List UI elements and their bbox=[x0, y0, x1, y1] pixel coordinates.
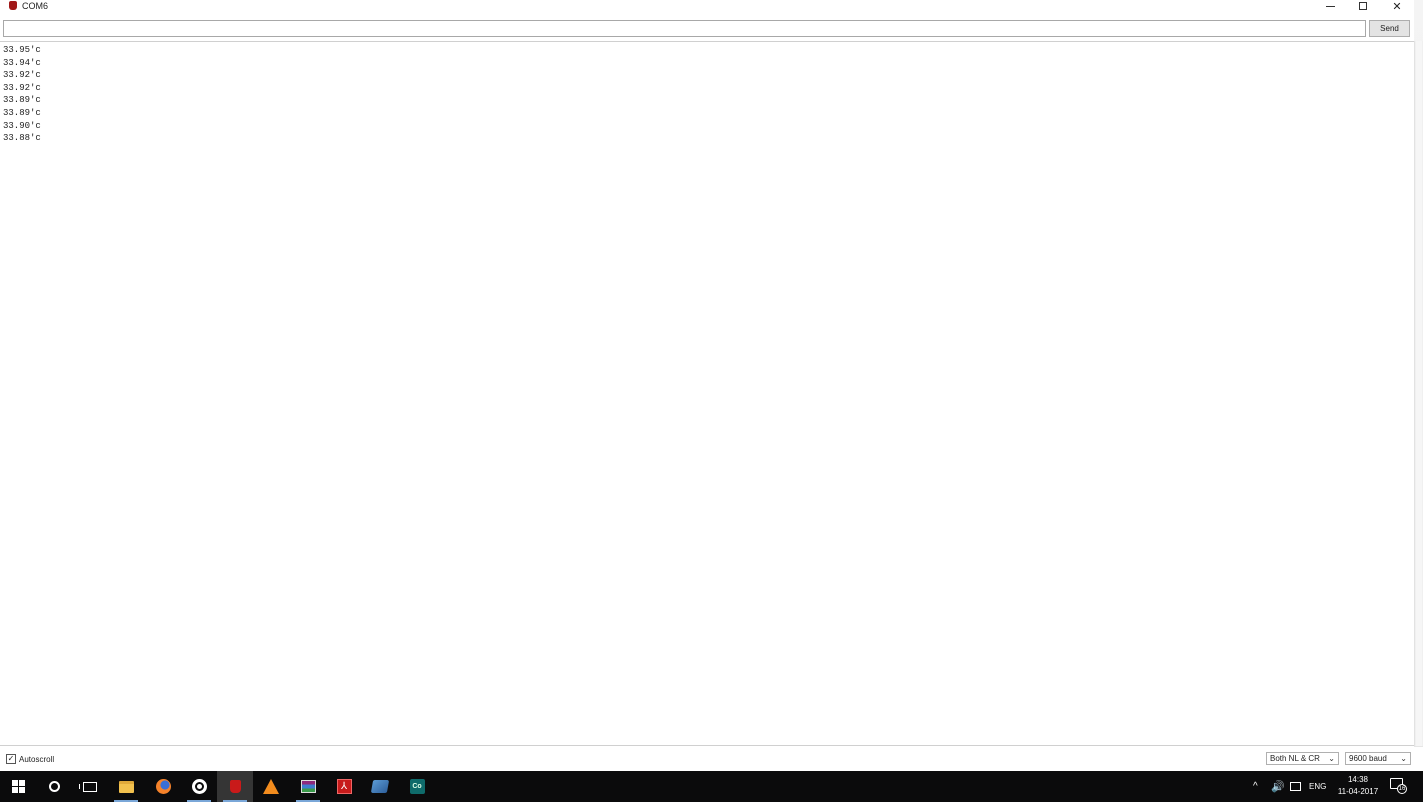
chrome-icon bbox=[191, 779, 207, 794]
acrobat-button[interactable]: ⅄ bbox=[326, 771, 362, 802]
output-line: 33.88'c bbox=[3, 133, 41, 144]
clock-time: 14:38 bbox=[1347, 775, 1369, 784]
vlc-button[interactable] bbox=[253, 771, 289, 802]
window-title: COM6 bbox=[22, 1, 49, 11]
search-button[interactable] bbox=[36, 771, 72, 802]
close-icon: ✕ bbox=[1392, 0, 1402, 13]
language-indicator[interactable]: ENG bbox=[1309, 771, 1326, 802]
autoscroll-label: Autoscroll bbox=[19, 754, 55, 764]
baud-rate-value: 9600 baud bbox=[1349, 754, 1387, 763]
firefox-button[interactable] bbox=[145, 771, 181, 802]
red-app-icon bbox=[229, 780, 241, 793]
autoscroll-toggle[interactable]: ✓ Autoscroll bbox=[6, 754, 54, 764]
serial-output-lines: 33.95'c 33.94'c 33.92'c 33.92'c 33.89'c … bbox=[0, 42, 1414, 145]
output-line: 33.95'c bbox=[3, 45, 41, 55]
chevron-down-icon: ⌄ bbox=[1400, 754, 1407, 763]
line-ending-select[interactable]: Both NL & CR ⌄ bbox=[1266, 752, 1339, 765]
windows-icon bbox=[11, 780, 25, 793]
clock[interactable]: 14:38 11-04-2017 bbox=[1332, 774, 1384, 798]
show-hidden-icons-button[interactable]: ^ bbox=[1253, 771, 1258, 802]
folder-icon bbox=[118, 780, 134, 793]
send-button[interactable]: Send bbox=[1369, 20, 1410, 37]
firefox-icon bbox=[155, 779, 171, 794]
acrobat-icon: ⅄ bbox=[336, 779, 352, 794]
browser-button[interactable] bbox=[181, 771, 217, 802]
volume-icon[interactable]: 🔊 bbox=[1271, 771, 1285, 802]
co-app-button[interactable]: Co bbox=[399, 771, 435, 802]
minimize-button[interactable] bbox=[1315, 0, 1345, 12]
output-line: 33.92'c bbox=[3, 82, 41, 93]
notification-count-badge: 16 bbox=[1397, 784, 1407, 794]
maximize-button[interactable] bbox=[1348, 0, 1378, 12]
output-line: 33.94'c bbox=[3, 57, 41, 68]
line-ending-value: Both NL & CR bbox=[1270, 754, 1320, 763]
output-line: 33.90'c bbox=[3, 120, 41, 131]
arduino-app-icon bbox=[9, 1, 17, 10]
winrar-button[interactable] bbox=[290, 771, 326, 802]
task-view-icon bbox=[79, 781, 97, 792]
network-button[interactable] bbox=[1290, 771, 1301, 802]
close-button[interactable]: ✕ bbox=[1382, 0, 1412, 12]
co-app-icon: Co bbox=[409, 779, 425, 794]
network-app-button[interactable] bbox=[362, 771, 398, 802]
title-bar: COM6 ✕ bbox=[0, 0, 1423, 13]
serial-output-area[interactable]: 33.95'c 33.94'c 33.92'c 33.92'c 33.89'c … bbox=[0, 41, 1414, 746]
output-line: 33.89'c bbox=[3, 95, 41, 106]
chevron-down-icon: ⌄ bbox=[1328, 754, 1335, 763]
file-explorer-button[interactable] bbox=[108, 771, 144, 802]
scrollbar-thumb[interactable] bbox=[1416, 41, 1422, 746]
baud-rate-select[interactable]: 9600 baud ⌄ bbox=[1345, 752, 1411, 765]
action-center-button[interactable]: 16 bbox=[1390, 778, 1407, 794]
vertical-scrollbar[interactable] bbox=[1414, 41, 1423, 746]
vlc-icon bbox=[263, 779, 279, 794]
arduino-taskbar-button[interactable] bbox=[217, 771, 253, 802]
clock-date: 11-04-2017 bbox=[1337, 787, 1379, 796]
network-icon bbox=[1290, 782, 1301, 791]
start-button[interactable] bbox=[0, 771, 36, 802]
winrar-icon bbox=[300, 780, 316, 793]
minimize-icon bbox=[1325, 5, 1335, 7]
output-line: 33.92'c bbox=[3, 70, 41, 81]
taskbar: ⅄ Co ^ 🔊 ENG 14:38 11-04-2017 16 bbox=[0, 771, 1423, 802]
cortana-icon bbox=[48, 781, 60, 792]
task-view-button[interactable] bbox=[72, 771, 108, 802]
network-app-icon bbox=[370, 780, 390, 793]
maximize-icon bbox=[1359, 2, 1367, 10]
serial-send-input[interactable] bbox=[3, 20, 1366, 37]
bottom-bar: ✓ Autoscroll Both NL & CR ⌄ 9600 baud ⌄ bbox=[0, 747, 1423, 770]
autoscroll-checkbox[interactable]: ✓ bbox=[6, 754, 16, 764]
output-line: 33.89'c bbox=[3, 107, 41, 118]
